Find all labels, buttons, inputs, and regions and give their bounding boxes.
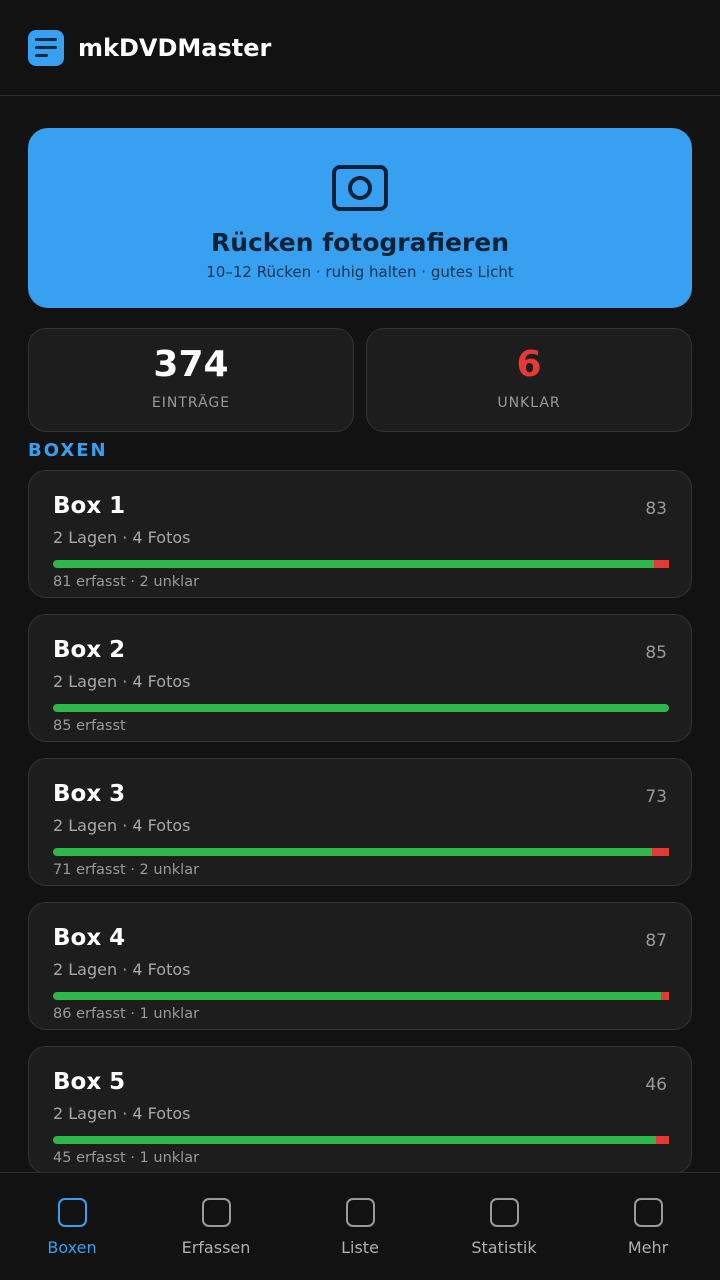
box-meta: 2 Lagen · 4 Fotos (53, 672, 191, 691)
box-count: 73 (645, 787, 667, 807)
box-meta: 2 Lagen · 4 Fotos (53, 816, 191, 835)
box-status: 85 erfasst (53, 718, 126, 734)
box-progress-bar (53, 848, 669, 856)
box-meta: 2 Lagen · 4 Fotos (53, 960, 191, 979)
nav-liste[interactable]: Liste (288, 1173, 432, 1280)
box-icon (57, 1198, 87, 1227)
list-icon (345, 1198, 375, 1227)
box-name: Box 1 (53, 493, 126, 519)
captured-segment (53, 848, 653, 856)
box-name: Box 4 (53, 925, 126, 951)
box-count: 83 (645, 499, 667, 519)
box-status: 45 erfasst · 1 unklar (53, 1150, 200, 1166)
unclear-stat[interactable]: 6 UNKLAR (366, 328, 692, 432)
box-card[interactable]: Box 4 87 2 Lagen · 4 Fotos 86 erfasst · … (28, 902, 692, 1030)
box-progress-bar (53, 992, 669, 1000)
box-progress-bar (53, 1136, 669, 1144)
nav-label: Liste (341, 1238, 379, 1257)
photo-action-subtitle: 10–12 Rücken · ruhig halten · gutes Lich… (206, 263, 514, 281)
box-card[interactable]: Box 5 46 2 Lagen · 4 Fotos 45 erfasst · … (28, 1046, 692, 1174)
box-name: Box 5 (53, 1069, 126, 1095)
app-header: mkDVDMaster (0, 0, 720, 96)
unclear-value: 6 (516, 344, 542, 385)
section-title: BOXEN (28, 440, 108, 461)
box-status: 86 erfasst · 1 unklar (53, 1006, 200, 1022)
unclear-label: UNKLAR (497, 395, 561, 411)
camera-icon (332, 165, 388, 211)
captured-segment (53, 992, 661, 1000)
nav-label: Statistik (471, 1238, 537, 1257)
box-count: 87 (645, 931, 667, 951)
box-card[interactable]: Box 1 83 2 Lagen · 4 Fotos 81 erfasst · … (28, 470, 692, 598)
more-icon (633, 1198, 663, 1227)
box-progress-bar (53, 704, 669, 712)
box-card[interactable]: Box 3 73 2 Lagen · 4 Fotos 71 erfasst · … (28, 758, 692, 886)
entries-label: EINTRÄGE (151, 395, 231, 411)
box-status: 71 erfasst · 2 unklar (53, 862, 200, 878)
nav-mehr[interactable]: Mehr (576, 1173, 720, 1280)
menu-icon[interactable] (28, 29, 64, 66)
box-meta: 2 Lagen · 4 Fotos (53, 528, 191, 547)
box-name: Box 2 (53, 637, 126, 663)
entries-stat: 374 EINTRÄGE (28, 328, 354, 432)
app-title: mkDVDMaster (78, 33, 272, 62)
bottom-nav: Boxen Erfassen Liste Statistik Mehr (0, 1172, 720, 1280)
nav-label: Boxen (47, 1238, 97, 1257)
nav-label: Mehr (627, 1238, 669, 1257)
captured-segment (53, 560, 655, 568)
captured-segment (53, 1136, 656, 1144)
box-status: 81 erfasst · 2 unklar (53, 574, 200, 590)
unclear-segment (654, 560, 669, 568)
photograph-spines-button[interactable]: Rücken fotografieren 10–12 Rücken · ruhi… (28, 128, 692, 308)
capture-icon (201, 1198, 231, 1227)
entries-value: 374 (153, 344, 229, 385)
nav-erfassen[interactable]: Erfassen (144, 1173, 288, 1280)
unclear-segment (655, 1136, 669, 1144)
statistics-icon (489, 1198, 519, 1227)
nav-statistik[interactable]: Statistik (432, 1173, 576, 1280)
box-count: 46 (645, 1075, 667, 1095)
box-meta: 2 Lagen · 4 Fotos (53, 1104, 191, 1123)
photo-action-title: Rücken fotografieren (210, 228, 510, 257)
unclear-segment (652, 848, 669, 856)
box-card[interactable]: Box 2 85 2 Lagen · 4 Fotos 85 erfasst (28, 614, 692, 742)
nav-label: Erfassen (181, 1238, 251, 1257)
box-progress-bar (53, 560, 669, 568)
unclear-segment (661, 992, 669, 1000)
nav-boxen[interactable]: Boxen (0, 1173, 144, 1280)
box-name: Box 3 (53, 781, 126, 807)
box-count: 85 (645, 643, 667, 663)
captured-segment (53, 704, 669, 712)
